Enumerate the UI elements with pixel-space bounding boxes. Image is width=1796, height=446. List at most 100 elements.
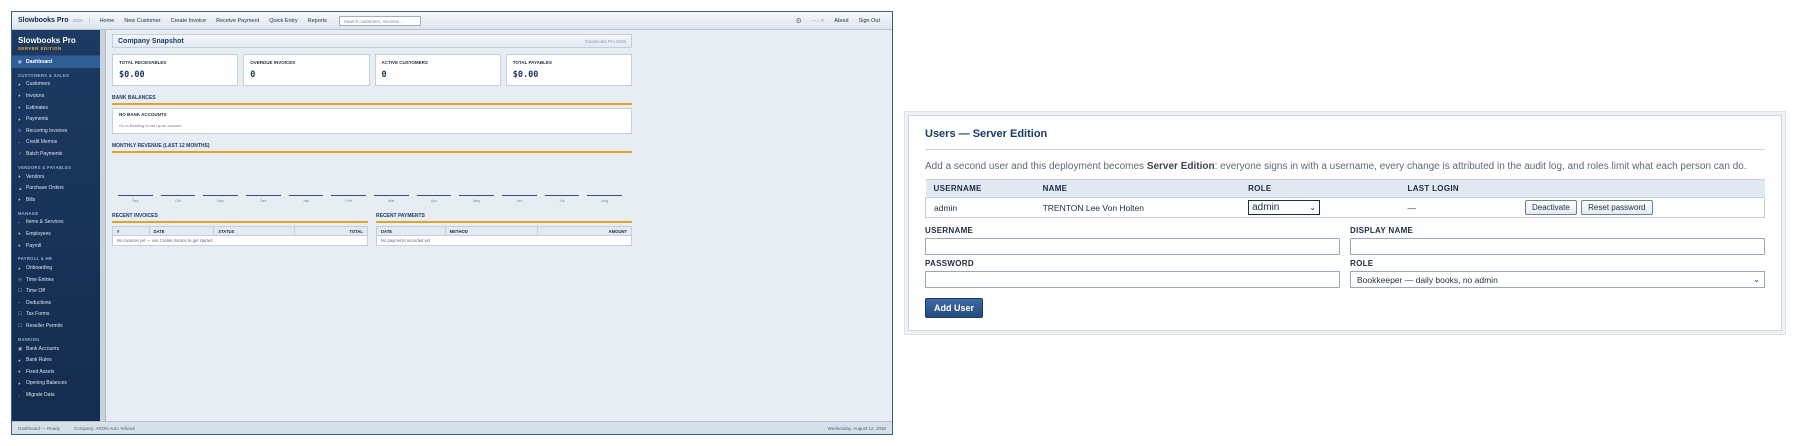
- role-select[interactable]: Bookkeeper — daily books, no admin ⌄: [1350, 271, 1765, 288]
- sidebar-item-recurring-invoices[interactable]: ↻ Recurring Invoices: [12, 125, 100, 137]
- sidebar-item-migrate-data[interactable]: ↓ Migrate Data: [12, 389, 100, 401]
- sidebar-item-icon: ☐: [18, 311, 23, 317]
- kpi-active-customers[interactable]: ACTIVE CUSTOMERS 0: [374, 54, 501, 86]
- sidebar-item-vendors[interactable]: ● Vendors: [12, 171, 100, 183]
- add-user-button[interactable]: Add User: [925, 298, 984, 318]
- sidebar-item-icon: ◷: [18, 276, 22, 282]
- sidebar-item-fixed-assets[interactable]: ● Fixed Assets: [12, 366, 100, 378]
- recent-lists: RECENT INVOICES # DATE STATUS TOTAL No i…: [112, 213, 632, 246]
- desc-bold: Server Edition: [1146, 161, 1215, 172]
- sidebar-scrollbar[interactable]: [100, 30, 106, 422]
- sidebar-item-label: Migrate Data: [26, 392, 55, 399]
- edition-tag: Slowbooks Pro 2026: [584, 38, 626, 44]
- reset-password-button[interactable]: Reset password: [1581, 200, 1653, 215]
- status-text: Dashboard — Ready: [18, 425, 61, 431]
- revenue-bar: [203, 195, 238, 196]
- sidebar-item-purchase-orders[interactable]: ▲ Purchase Orders: [12, 182, 100, 194]
- kpi-row: TOTAL RECEIVABLES $0.00 OVERDUE INVOICES…: [112, 54, 632, 86]
- kpi-total-receivables[interactable]: TOTAL RECEIVABLES $0.00: [112, 54, 239, 86]
- sidebar-item-batch-payments[interactable]: ✓ Batch Payments: [12, 148, 100, 160]
- about-link[interactable]: About: [834, 18, 848, 24]
- sidebar-item-label: Recurring Invoices: [26, 127, 68, 134]
- display-name-group: DISPLAY NAME: [1350, 226, 1765, 255]
- password-input[interactable]: [925, 271, 1340, 288]
- sidebar-menu: ◼ Dashboard CUSTOMERS & SALES ● Customers ● In…: [12, 56, 100, 401]
- kpi-value: 0: [250, 70, 256, 80]
- sidebar-item-icon: –: [18, 139, 21, 145]
- sidebar-item-invoices[interactable]: ● Invoices: [12, 90, 100, 102]
- deactivate-button[interactable]: Deactivate: [1524, 200, 1577, 215]
- kpi-overdue-invoices[interactable]: OVERDUE INVOICES 0: [243, 54, 370, 86]
- col-status: STATUS: [213, 226, 296, 236]
- revenue-bar: [459, 195, 494, 196]
- display-name-label: DISPLAY NAME: [1350, 226, 1414, 235]
- col-date: DATE: [148, 226, 215, 236]
- sidebar-item-payments[interactable]: ● Payments: [12, 113, 100, 125]
- nav-receive-payment[interactable]: Receive Payment: [216, 18, 259, 24]
- sidebar-item-label: Estimates: [26, 104, 48, 111]
- sidebar-item-time-entries[interactable]: ◷ Time Entries: [12, 274, 100, 286]
- user-role-cell: admin ⌄: [1240, 197, 1400, 218]
- gear-icon[interactable]: ⚙: [796, 17, 802, 25]
- sidebar-item-label: Dashboard: [26, 58, 53, 65]
- snapshot-header: Company Snapshot Slowbooks Pro 2026: [112, 34, 632, 48]
- sidebar-item-employees[interactable]: ● Employees: [12, 228, 100, 240]
- nav-home[interactable]: Home: [100, 18, 115, 24]
- sidebar-item-deductions[interactable]: – Deductions: [12, 297, 100, 309]
- user-role-select[interactable]: admin ⌄: [1248, 200, 1321, 215]
- revenue-month-label: Dec: [259, 199, 267, 203]
- sidebar-item-icon: ●: [18, 231, 21, 237]
- sidebar-section-heading: PAYROLL & HR: [18, 256, 53, 262]
- revenue-bar: [502, 195, 537, 196]
- display-name-input[interactable]: [1350, 238, 1765, 255]
- kpi-total-payables[interactable]: TOTAL PAYABLES $0.00: [505, 54, 632, 86]
- sidebar-item-label: Employees: [26, 230, 51, 237]
- sidebar-item-reseller-permits[interactable]: ☐ Reseller Permits: [12, 320, 100, 332]
- revenue-month-label: Mar: [388, 199, 395, 203]
- revenue-month-label: Jun: [516, 199, 523, 203]
- sidebar-item-icon: –: [18, 300, 21, 306]
- revenue-bar: [331, 195, 366, 196]
- sidebar-item-label: Tax Forms: [26, 311, 50, 318]
- username-input[interactable]: [925, 238, 1340, 255]
- sidebar-item-customers[interactable]: ● Customers: [12, 79, 100, 91]
- nav-reports[interactable]: Reports: [308, 18, 327, 24]
- sidebar-item-bank-accounts[interactable]: ▣ Bank Accounts: [12, 343, 100, 355]
- sidebar-item-bills[interactable]: ● Bills: [12, 194, 100, 206]
- users-panel: Users — Server Edition Add a second user…: [908, 115, 1782, 331]
- sidebar-item-time-off[interactable]: ☐ Time Off: [12, 286, 100, 298]
- bank-empty-note[interactable]: Go to Banking to set up an account: [119, 123, 625, 128]
- nav-new-customer[interactable]: New Customer: [124, 18, 160, 24]
- nav-quick-entry[interactable]: Quick Entry: [269, 18, 297, 24]
- sidebar-item-payroll[interactable]: ● Payroll: [12, 240, 100, 252]
- sidebar-item-tax-forms[interactable]: ☐ Tax Forms: [12, 309, 100, 321]
- sidebar-item-icon: ☐: [18, 323, 23, 329]
- sign-out-link[interactable]: Sign Out: [859, 18, 880, 24]
- sidebar-item-label: Batch Payments: [26, 150, 63, 157]
- sidebar-item-bank-rules[interactable]: ● Bank Rules: [12, 354, 100, 366]
- sidebar-item-items-services[interactable]: – Items & Services: [12, 217, 100, 229]
- desc-after: : everyone signs in with a username, eve…: [1214, 161, 1747, 172]
- revenue-month-label: Apr: [431, 199, 437, 203]
- status-bar: Dashboard — Ready Company: ARON Auto Yel…: [12, 421, 892, 434]
- window-controls[interactable]: — ▫ ✕: [812, 18, 824, 24]
- sidebar-item-onboarding[interactable]: ● Onboarding: [12, 262, 100, 274]
- sidebar-item-label: Vendors: [26, 173, 45, 180]
- kpi-label: TOTAL PAYABLES: [512, 60, 552, 65]
- sidebar-item-opening-balances[interactable]: ● Opening Balances: [12, 378, 100, 390]
- recent-invoices-empty: No invoices yet — use Create Invoice to …: [112, 235, 368, 246]
- sidebar-section-heading: BANKING: [18, 336, 40, 342]
- sidebar-item-credit-memos[interactable]: – Credit Memos: [12, 137, 100, 149]
- revenue-bar: [587, 195, 622, 196]
- role-select-value: Bookkeeper — daily books, no admin: [1357, 274, 1498, 285]
- sidebar-item-label: Opening Balances: [26, 380, 67, 387]
- kpi-value: $0.00: [119, 70, 145, 80]
- sidebar-item-estimates[interactable]: ● Estimates: [12, 102, 100, 114]
- global-search-input[interactable]: Search customers, invoices...: [338, 15, 421, 26]
- bank-balances-panel: NO BANK ACCOUNTS Go to Banking to set up…: [112, 108, 632, 134]
- sidebar-item-icon: ●: [18, 380, 21, 386]
- nav-create-invoice[interactable]: Create Invoice: [171, 18, 206, 24]
- sidebar-item-dashboard[interactable]: ◼ Dashboard: [12, 56, 100, 68]
- sidebar-subtitle: SERVER EDITION: [18, 46, 62, 51]
- sidebar-item-label: Bank Accounts: [26, 345, 60, 352]
